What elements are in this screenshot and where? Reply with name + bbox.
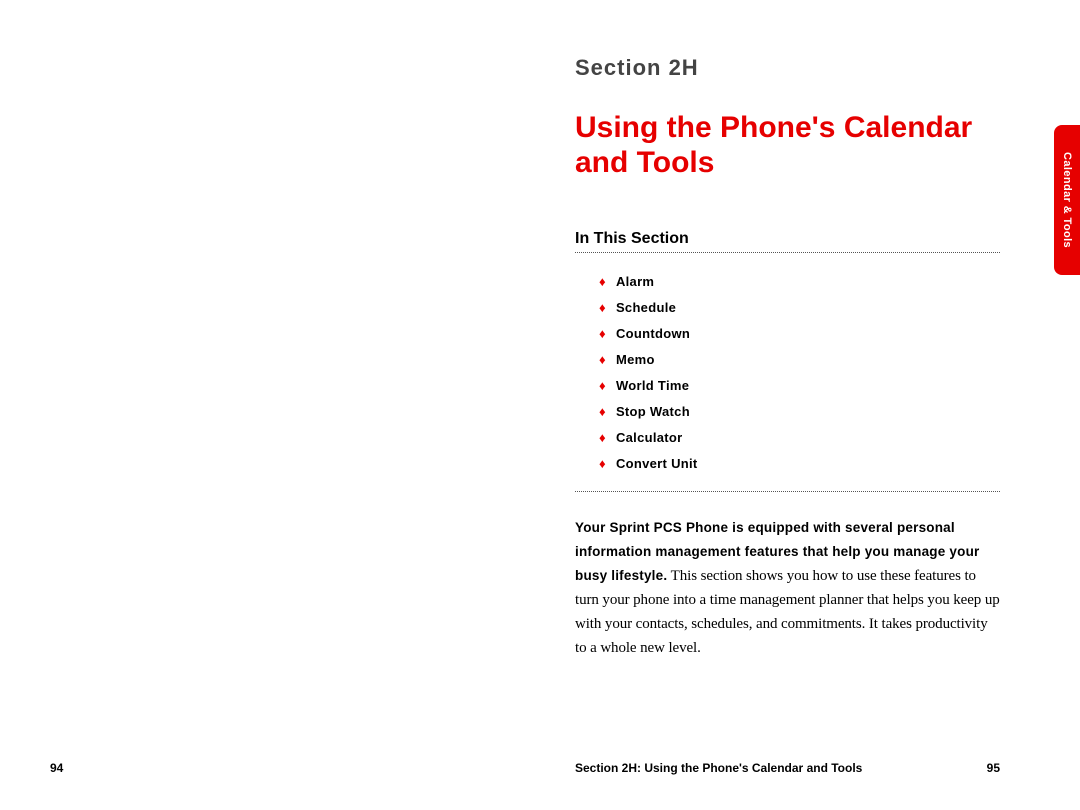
- toc-item: Convert Unit: [599, 451, 1000, 477]
- toc-item: World Time: [599, 373, 1000, 399]
- section-label: Section 2H: [575, 55, 1000, 81]
- toc-item: Stop Watch: [599, 399, 1000, 425]
- toc-item: Countdown: [599, 321, 1000, 347]
- divider-bottom: [575, 491, 1000, 492]
- title-line-2: and Tools: [575, 146, 714, 179]
- side-tab: Calendar & Tools: [1054, 125, 1080, 275]
- toc-item: Calculator: [599, 425, 1000, 451]
- toc-list: Alarm Schedule Countdown Memo World Time…: [575, 269, 1000, 477]
- footer-right: Section 2H: Using the Phone's Calendar a…: [575, 761, 1000, 775]
- left-page: 94: [0, 0, 540, 810]
- toc-item: Alarm: [599, 269, 1000, 295]
- divider-top: [575, 252, 1000, 253]
- side-tab-label: Calendar & Tools: [1061, 152, 1073, 248]
- page-number-left: 94: [50, 761, 63, 775]
- page-spread: 94 Section 2H Using the Phone's Calendar…: [0, 0, 1080, 810]
- title-line-1: Using the Phone's Calendar: [575, 111, 972, 144]
- toc-item: Schedule: [599, 295, 1000, 321]
- toc-item: Memo: [599, 347, 1000, 373]
- page-title: Using the Phone's Calendar and Tools: [575, 111, 1000, 180]
- body-paragraph: Your Sprint PCS Phone is equipped with s…: [575, 516, 1000, 660]
- footer-section-title: Section 2H: Using the Phone's Calendar a…: [575, 761, 862, 775]
- page-number-right: 95: [987, 761, 1000, 775]
- in-this-section-heading: In This Section: [575, 230, 1000, 248]
- right-page: Section 2H Using the Phone's Calendar an…: [540, 0, 1080, 810]
